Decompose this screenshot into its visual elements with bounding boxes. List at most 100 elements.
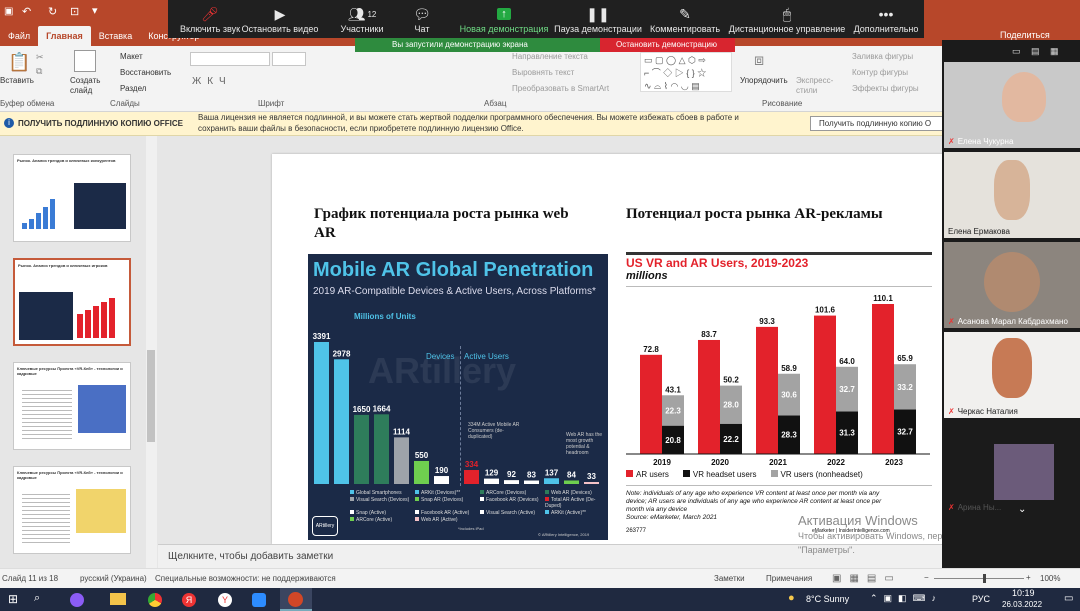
quick-styles-button[interactable]: Экспресс-стили — [796, 76, 836, 96]
tab-home[interactable]: Главная — [38, 26, 91, 46]
stop-video-button[interactable]: ▶︎ Остановить видео — [238, 4, 322, 35]
new-slide-button[interactable]: Создать слайд — [70, 76, 108, 96]
participant-tile[interactable]: ✗ Елена Чукурна — [944, 62, 1080, 148]
tab-insert[interactable]: Вставка — [91, 26, 140, 46]
ar-legend-item: Web AR (Devices) — [545, 490, 608, 496]
smartart-button[interactable]: Преобразовать в SmartArt — [512, 84, 609, 93]
reset-button[interactable]: Восстановить — [120, 68, 171, 77]
share-button[interactable]: Поделиться — [1000, 30, 1050, 40]
ar-bar — [434, 476, 449, 484]
language-indicator[interactable]: русский (Украина) — [80, 574, 147, 583]
activation-watermark-line-2: "Параметры". — [798, 545, 855, 555]
thumbnails-scrollbar[interactable] — [146, 136, 157, 568]
ar-legend-item: Facebook AR (Devices) — [480, 497, 543, 509]
text-direction-button[interactable]: Направление текста — [512, 52, 588, 61]
clock-date[interactable]: 26.03.2022 — [1002, 600, 1042, 609]
notifications-icon[interactable]: ▭ — [1064, 593, 1073, 604]
slide-thumbnail[interactable]: Рынок. Анализ трендов и ключевых конкуре… — [13, 154, 131, 242]
ar-bar-value: 1114 — [393, 427, 410, 436]
chat-button[interactable]: 💬︎ Чат — [392, 4, 452, 35]
arrange-button[interactable]: Упорядочить — [740, 76, 788, 85]
zoom-level[interactable]: 100% — [1040, 574, 1060, 583]
cut-icon[interactable]: ✂ — [36, 52, 44, 63]
accessibility-status[interactable]: Специальные возможности: не поддерживают… — [155, 574, 336, 583]
annotate-button[interactable]: ✎ Комментировать — [642, 4, 728, 35]
participants-button[interactable]: 👥︎ 12 Участники — [322, 4, 402, 35]
ar-bar-value: 1664 — [373, 404, 391, 413]
vr-total-value: 50.2 — [723, 376, 739, 385]
pause-share-button[interactable]: ❚❚ Пауза демонстрации — [552, 4, 644, 35]
input-language[interactable]: РУС — [972, 594, 990, 604]
ar-bar-value: 83 — [527, 471, 536, 480]
pause-icon: ❚❚ — [586, 5, 610, 22]
vr-ar-users-chart[interactable]: US VR and AR Users, 2019-2023 millions 7… — [622, 252, 934, 542]
participant-tile[interactable]: ✗ Черкас Наталия — [944, 332, 1080, 418]
font-format-icons[interactable]: ЖКЧ — [192, 76, 232, 87]
powerpoint-taskbar-button[interactable] — [280, 588, 312, 611]
slide-right-heading[interactable]: Потенциал роста рынка AR-рекламы — [626, 205, 886, 224]
group-font: Шрифт — [258, 99, 285, 108]
comments-toggle[interactable]: Примечания — [766, 574, 812, 583]
zoom-slider-thumb[interactable] — [983, 574, 986, 583]
zoom-app-icon[interactable] — [252, 593, 266, 607]
ar-legend-item: Web AR (Active) — [415, 517, 478, 523]
get-genuine-button[interactable]: Получить подлинную копию O — [810, 116, 945, 131]
align-text-button[interactable]: Выровнять текст — [512, 68, 574, 77]
slide-left-heading[interactable]: График потенциала роста рынка web AR — [314, 205, 584, 243]
undo-icon[interactable]: ↶ — [22, 5, 31, 18]
vr-headset-value: 28.3 — [781, 431, 797, 440]
ar-bar — [414, 460, 429, 484]
thumbnail-chart — [19, 292, 73, 340]
folder-icon[interactable] — [110, 593, 126, 605]
scrollbar-thumb[interactable] — [147, 350, 155, 442]
section-button[interactable]: Раздел — [120, 84, 146, 93]
font-size-field[interactable] — [272, 52, 306, 66]
scroll-down-icon[interactable]: ⌄ — [1018, 504, 1026, 515]
notes-toggle[interactable]: Заметки — [714, 574, 745, 583]
yandex-browser-icon[interactable]: Y — [218, 593, 232, 607]
copy-icon[interactable]: ⧉ — [36, 66, 42, 77]
shapes-gallery[interactable]: ▭ ▢ ◯ △ ⬡ ⇨ ⌐ ⌒ ◇ ▷ { } ☆ ∿ ⌓ ⌇ ◠ ◡ ▤ — [640, 52, 732, 92]
font-name-field[interactable] — [190, 52, 270, 66]
shape-fill-button[interactable]: Заливка фигуры — [852, 52, 913, 61]
yandex-icon[interactable]: Я — [182, 593, 196, 607]
participant-tile[interactable]: Елена Ермакова — [944, 152, 1080, 238]
zoom-out-icon[interactable]: − — [924, 573, 929, 582]
paste-button[interactable]: Вставить — [0, 76, 34, 85]
zoom-slider[interactable] — [934, 578, 1024, 579]
participant-tile[interactable]: ✗ Арина Ны... — [944, 442, 1080, 512]
artillery-logo: ARtillery — [312, 516, 338, 536]
slide-thumbnail[interactable]: Ключевые ресурсы Проекта «VR-Кей» - техн… — [13, 362, 131, 450]
gallery-view-icons[interactable]: ▭ ▤ ▦ — [1012, 46, 1063, 57]
ribbon: Вставить 📋 ✂ ⧉ Буфер обмена Создать слай… — [0, 46, 1080, 112]
customize-icon[interactable]: ▾ — [92, 4, 98, 17]
windows-start-icon[interactable]: ⊞ — [8, 592, 18, 606]
tab-file[interactable]: Файл — [0, 26, 38, 46]
present-icon[interactable]: ⊡ — [70, 5, 79, 18]
weather-text[interactable]: 8°C Sunny — [806, 594, 849, 604]
remote-control-button[interactable]: 🖱︎ Дистанционное управление — [728, 4, 846, 35]
redo-icon[interactable]: ↻ — [48, 5, 57, 18]
slide-thumbnail[interactable]: Ключевые ресурсы Проекта «VR-Кей» - техн… — [13, 466, 131, 554]
participant-tile[interactable]: ✗ Асанова Марал Кабдрахмано — [944, 242, 1080, 328]
save-icon[interactable]: ▣ — [4, 6, 13, 17]
more-button[interactable]: ••• Дополнительно — [844, 4, 928, 34]
slide-thumbnail-current[interactable]: Рынок. Анализ трендов и ключевых игроков — [13, 258, 131, 346]
ar-penetration-chart[interactable]: Mobile AR Global Penetration 2019 AR-Com… — [308, 254, 608, 540]
stop-share-button[interactable]: Остановить демонстрацию — [600, 38, 735, 52]
new-share-button[interactable]: ↑ Новая демонстрация — [458, 4, 550, 34]
legend-ar-users-label: AR users — [636, 470, 669, 479]
group-paragraph: Абзац — [484, 99, 507, 108]
search-icon[interactable]: ⌕ — [34, 592, 40, 605]
clock-time[interactable]: 10:19 — [1012, 588, 1035, 598]
view-buttons[interactable]: ▣▦▤▭ — [832, 573, 902, 584]
license-warning-line-1: Ваша лицензия не является подлинной, и в… — [198, 113, 739, 122]
layout-button[interactable]: Макет — [120, 52, 143, 61]
participant-name-text: Арина Ны... — [957, 503, 1002, 512]
shape-outline-button[interactable]: Контур фигуры — [852, 68, 908, 77]
zoom-in-icon[interactable]: + — [1026, 573, 1031, 582]
shape-effects-button[interactable]: Эффекты фигуры — [852, 84, 919, 93]
tray-icons[interactable]: ⌃▣◧⌨♪ — [870, 593, 942, 604]
chrome-icon[interactable] — [148, 593, 162, 607]
alice-icon[interactable] — [70, 593, 84, 607]
